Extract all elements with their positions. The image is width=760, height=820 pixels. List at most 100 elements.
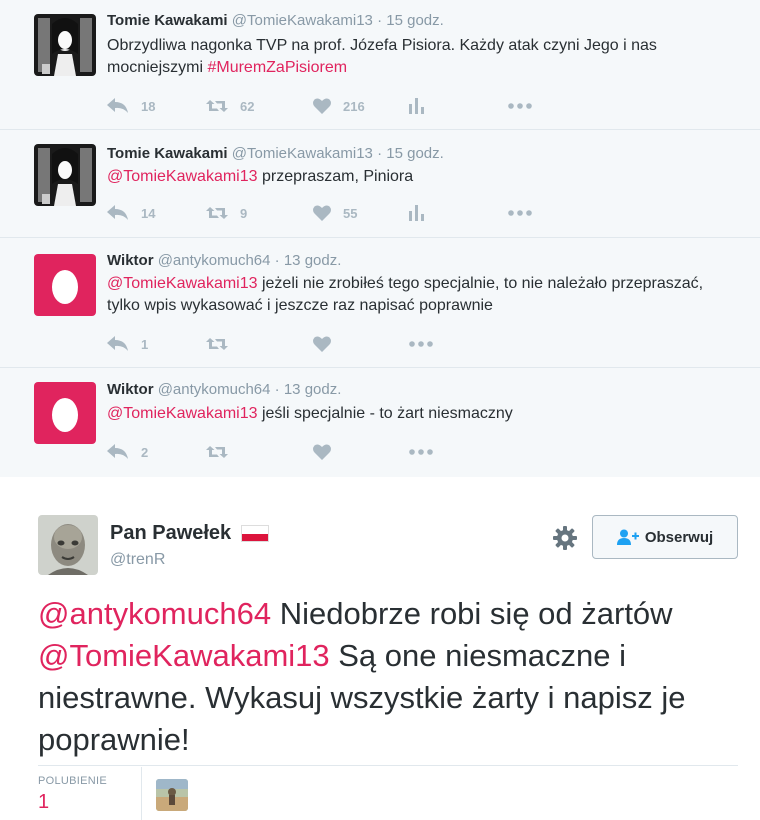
analytics-button[interactable]	[409, 203, 425, 223]
reply-button[interactable]: 18	[107, 96, 155, 116]
tweet-actions: 2	[107, 442, 547, 462]
avatar[interactable]	[34, 144, 96, 206]
more-button[interactable]	[508, 203, 532, 223]
author-name[interactable]: Wiktor	[107, 381, 154, 398]
more-button[interactable]	[508, 96, 532, 116]
mention-link[interactable]: @TomieKawakami13	[107, 168, 258, 185]
like-button[interactable]	[313, 442, 331, 462]
tweet-header: Tomie Kawakami @TomieKawakami13 · 15 god…	[107, 12, 444, 29]
tweet-time[interactable]: 15 godz.	[386, 12, 444, 29]
author-handle[interactable]: @TomieKawakami13	[232, 12, 373, 29]
mention-link[interactable]: @TomieKawakami13	[38, 638, 330, 673]
author-handle[interactable]: @antykomuch64	[158, 252, 271, 269]
egg-icon	[52, 398, 78, 432]
conversation-replies: Tomie Kawakami @TomieKawakami13 · 15 god…	[0, 0, 760, 477]
avatar[interactable]	[34, 382, 96, 444]
tweet-reply[interactable]: Tomie Kawakami @TomieKawakami13 · 15 god…	[0, 130, 760, 238]
egg-icon	[52, 270, 78, 304]
tweet-time[interactable]: 15 godz.	[386, 145, 444, 162]
mention-link[interactable]: @TomieKawakami13	[107, 405, 258, 422]
tweet-reply[interactable]: Wiktor @antykomuch64 · 13 godz. @TomieKa…	[0, 238, 760, 368]
tweet-text: @TomieKawakami13 jeżeli nie zrobiłeś teg…	[107, 273, 727, 317]
liker-avatar[interactable]	[156, 779, 188, 811]
heart-icon	[313, 98, 331, 114]
tweet-header: Tomie Kawakami @TomieKawakami13 · 15 god…	[107, 145, 444, 162]
tweet-text-body: Niedobrze robi się od żartów	[271, 596, 673, 631]
analytics-button[interactable]	[409, 96, 425, 116]
follow-button-label: Obserwuj	[644, 528, 714, 546]
avatar[interactable]	[34, 254, 96, 316]
separator-dot: ·	[377, 12, 383, 29]
author-name[interactable]: Tomie Kawakami	[107, 12, 228, 29]
heart-icon	[313, 444, 331, 460]
author-name-text[interactable]: Pan Pawełek	[110, 522, 231, 545]
reply-button[interactable]: 2	[107, 442, 148, 462]
divider	[38, 765, 738, 766]
retweet-icon	[206, 207, 228, 219]
more-icon	[409, 341, 433, 347]
tweet-text-body: przepraszam, Piniora	[257, 168, 414, 185]
separator-dot: ·	[274, 252, 280, 269]
more-icon	[508, 210, 532, 216]
tweet-text: @TomieKawakami13 jeśli specjalnie - to ż…	[107, 403, 727, 425]
reply-button[interactable]: 14	[107, 203, 155, 223]
likes-label[interactable]: POLUBIENIE	[38, 775, 107, 787]
tweet-header: Wiktor @antykomuch64 · 13 godz.	[107, 381, 341, 398]
retweet-icon	[206, 100, 228, 112]
author-name[interactable]: Tomie Kawakami	[107, 145, 228, 162]
mention-link[interactable]: @TomieKawakami13	[107, 275, 258, 292]
heart-icon	[313, 205, 331, 221]
retweet-button[interactable]	[206, 442, 228, 462]
follow-button[interactable]: Obserwuj	[592, 515, 738, 559]
reply-count: 1	[141, 336, 149, 352]
author-handle[interactable]: @antykomuch64	[158, 381, 271, 398]
divider	[141, 767, 142, 820]
more-button[interactable]	[409, 442, 433, 462]
reply-button[interactable]: 1	[107, 334, 148, 354]
mention-link[interactable]: @antykomuch64	[38, 596, 271, 631]
avatar[interactable]	[38, 515, 98, 575]
reply-count: 14	[141, 205, 156, 221]
like-button[interactable]: 55	[313, 203, 357, 223]
tweet-actions: 18 62 216	[107, 96, 547, 116]
likes-count[interactable]: 1	[38, 791, 49, 814]
tweet-reply[interactable]: Tomie Kawakami @TomieKawakami13 · 15 god…	[0, 0, 760, 130]
reply-icon	[107, 336, 128, 351]
author-name[interactable]: Wiktor	[107, 252, 154, 269]
like-count: 216	[343, 98, 365, 114]
reply-icon	[107, 205, 128, 220]
separator-dot: ·	[274, 381, 280, 398]
hashtag-link[interactable]: #MuremZaPisiorem	[207, 59, 347, 76]
author-handle[interactable]: @trenR	[110, 551, 165, 569]
like-button[interactable]	[313, 334, 331, 354]
avatar[interactable]	[34, 14, 96, 76]
analytics-icon	[409, 205, 424, 221]
retweet-count: 9	[240, 205, 248, 221]
retweet-button[interactable]: 62	[206, 96, 254, 116]
separator-dot: ·	[377, 145, 383, 162]
reply-count: 18	[141, 98, 156, 114]
tweet-actions: 14 9 55	[107, 203, 547, 223]
like-count: 55	[343, 205, 358, 221]
tweet-reply[interactable]: Wiktor @antykomuch64 · 13 godz. @TomieKa…	[0, 368, 760, 477]
author-name[interactable]: Pan Pawełek	[110, 522, 270, 545]
tweet-actions: 1	[107, 334, 547, 354]
gear-icon[interactable]	[552, 525, 578, 551]
tweet-text-body: Obrzydliwa nagonka TVP na prof. Józefa P…	[107, 37, 657, 76]
retweet-icon	[206, 338, 228, 350]
retweet-button[interactable]	[206, 334, 228, 354]
tweet-header: Wiktor @antykomuch64 · 13 godz.	[107, 252, 341, 269]
tweet-time[interactable]: 13 godz.	[284, 381, 342, 398]
retweet-count: 62	[240, 98, 255, 114]
tweet-text: @TomieKawakami13 przepraszam, Piniora	[107, 166, 727, 188]
more-icon	[409, 449, 433, 455]
author-handle[interactable]: @TomieKawakami13	[232, 145, 373, 162]
tweet-text-body: jeśli specjalnie - to żart niesmaczny	[257, 405, 513, 422]
retweet-icon	[206, 446, 228, 458]
analytics-icon	[409, 98, 424, 114]
heart-icon	[313, 336, 331, 352]
more-button[interactable]	[409, 334, 433, 354]
retweet-button[interactable]: 9	[206, 203, 247, 223]
like-button[interactable]: 216	[313, 96, 365, 116]
tweet-time[interactable]: 13 godz.	[284, 252, 342, 269]
